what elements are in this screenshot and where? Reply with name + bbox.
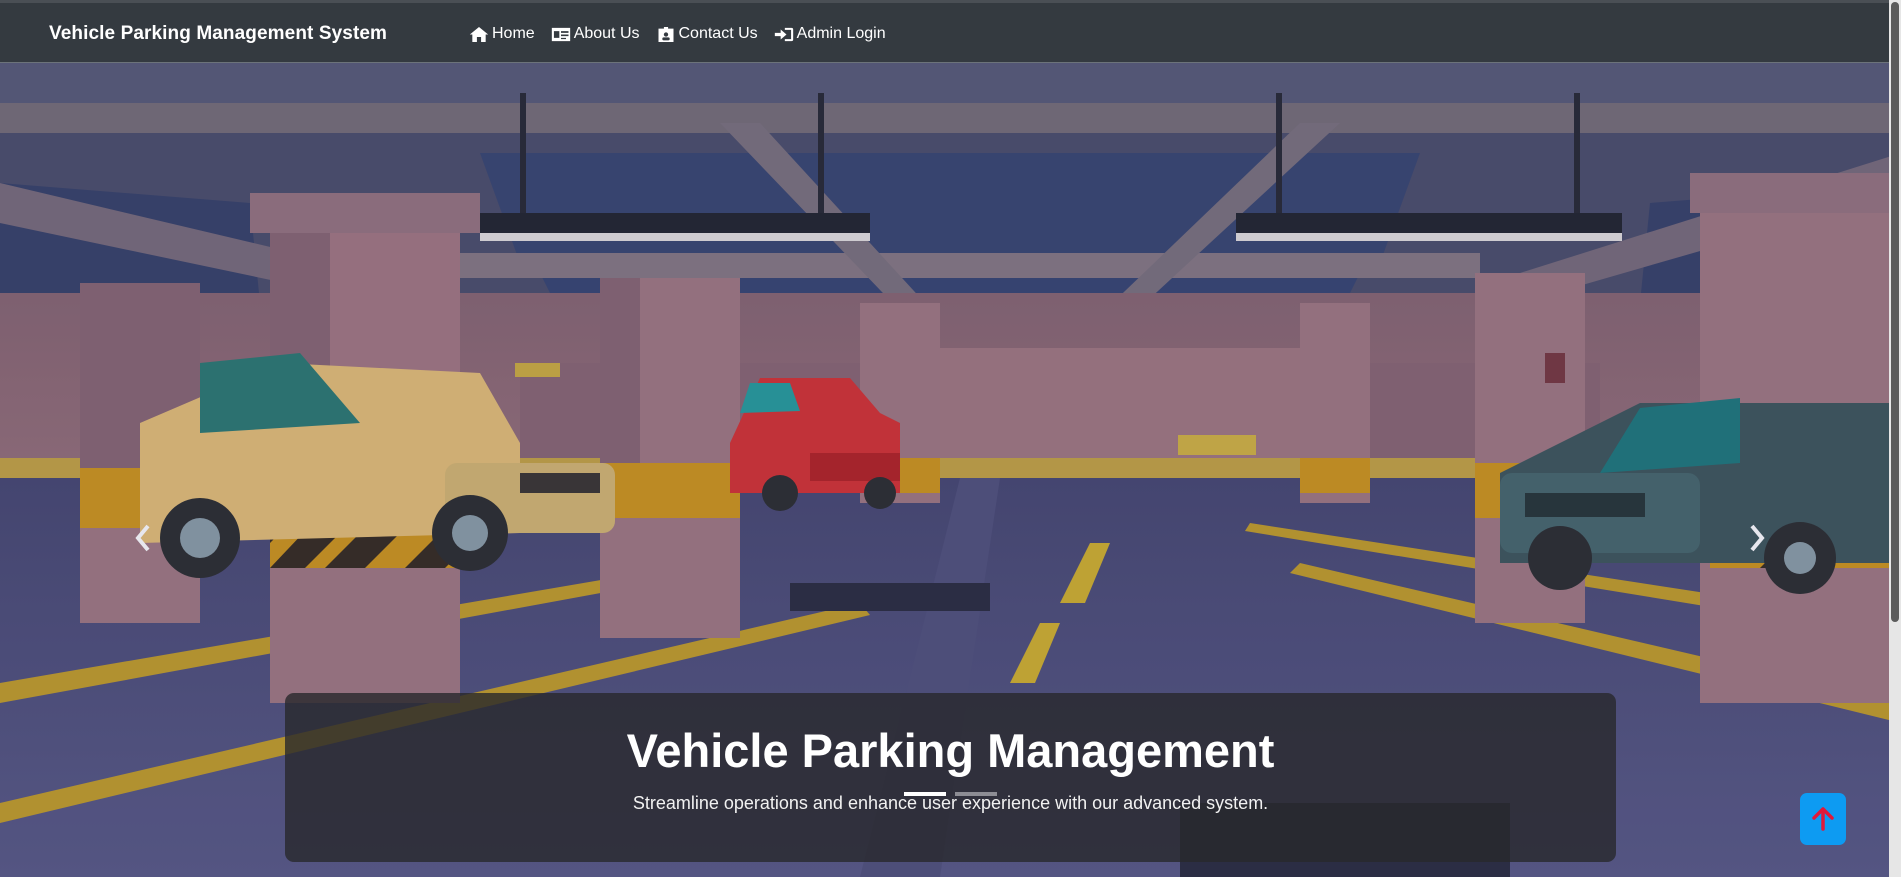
chevron-right-icon [1750,524,1765,552]
brand-title[interactable]: Vehicle Parking Management System [49,23,387,45]
caption-title: Vehicle Parking Management [626,724,1275,777]
nav-contact-label: Contact Us [678,25,758,42]
carousel-indicator-2[interactable] [955,792,997,796]
caption-subtitle: Streamline operations and enhance user e… [632,793,1269,813]
id-card-icon [551,27,570,41]
sign-in-icon [774,27,793,41]
chevron-left-icon [135,524,150,552]
page-scrollbar-thumb[interactable] [1891,2,1899,622]
back-to-top-button[interactable] [1800,793,1846,845]
carousel-indicators [904,792,997,796]
nav-admin-login[interactable]: Admin Login [774,25,886,43]
navbar: Vehicle Parking Management System Home A… [0,0,1901,63]
home-icon [469,26,489,42]
arrow-up-icon [1812,807,1834,831]
nav-contact[interactable]: Contact Us [656,25,758,43]
nav-admin-login-label: Admin Login [796,25,886,42]
hero-carousel: Vehicle Parking Management Streamline op… [0,63,1901,877]
id-badge-icon [658,26,673,42]
carousel-indicator-1[interactable] [904,792,946,796]
carousel-caption: Vehicle Parking Management Streamline op… [285,693,1616,862]
carousel-prev-button[interactable] [123,518,163,558]
nav-about[interactable]: About Us [551,25,640,43]
nav-home-label: Home [492,25,535,42]
nav-home[interactable]: Home [469,25,535,43]
main-nav: Home About Us Contact Us Admin Login [469,25,902,43]
carousel-next-button[interactable] [1737,518,1777,558]
nav-about-label: About Us [573,25,640,42]
